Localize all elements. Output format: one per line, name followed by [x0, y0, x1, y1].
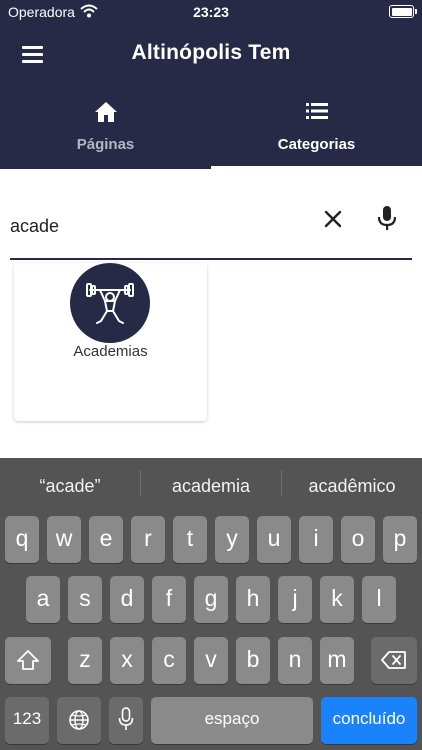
- key-y[interactable]: y: [215, 516, 249, 563]
- key-a[interactable]: a: [26, 576, 60, 623]
- tab-label: Categorias: [277, 136, 356, 153]
- globe-key[interactable]: [57, 697, 101, 744]
- microphone-icon: [118, 707, 134, 730]
- suggestion-bar: “acade” academia acadêmico: [0, 458, 422, 508]
- tab-categorias[interactable]: Categorias: [211, 94, 422, 169]
- home-icon: [94, 101, 118, 128]
- key-m[interactable]: m: [320, 637, 354, 684]
- search-input[interactable]: [10, 210, 300, 242]
- key-w[interactable]: w: [47, 516, 81, 563]
- status-bar: Operadora 23:23: [0, 0, 422, 24]
- key-u[interactable]: u: [257, 516, 291, 563]
- battery-icon: [389, 5, 414, 18]
- key-o[interactable]: o: [341, 516, 375, 563]
- weightlifting-icon: [86, 283, 134, 324]
- key-l[interactable]: l: [362, 576, 396, 623]
- category-label: Academias: [73, 343, 148, 360]
- battery-cap: [415, 9, 417, 14]
- backspace-key[interactable]: [371, 637, 417, 684]
- tab-indicator: [211, 166, 422, 169]
- key-j[interactable]: j: [278, 576, 312, 623]
- key-z[interactable]: z: [68, 637, 102, 684]
- key-x[interactable]: x: [110, 637, 144, 684]
- key-r[interactable]: r: [131, 516, 165, 563]
- key-e[interactable]: e: [89, 516, 123, 563]
- key-v[interactable]: v: [194, 637, 228, 684]
- done-key[interactable]: concluído: [321, 697, 417, 744]
- key-h[interactable]: h: [236, 576, 270, 623]
- dictation-key[interactable]: [109, 697, 143, 744]
- suggestion-item[interactable]: “acade”: [0, 458, 140, 508]
- key-c[interactable]: c: [152, 637, 186, 684]
- suggestion-item[interactable]: academia: [141, 458, 281, 508]
- globe-icon: [69, 710, 89, 730]
- key-f[interactable]: f: [152, 576, 186, 623]
- tab-label: Páginas: [76, 136, 135, 153]
- keyboard: “acade” academia acadêmico q w e r t y u…: [0, 458, 422, 750]
- key-d[interactable]: d: [110, 576, 144, 623]
- key-t[interactable]: t: [173, 516, 207, 563]
- backspace-icon: [381, 651, 406, 669]
- shift-icon: [17, 650, 39, 670]
- search-bar: [10, 196, 412, 260]
- key-s[interactable]: s: [68, 576, 102, 623]
- microphone-icon[interactable]: [374, 204, 400, 234]
- space-key[interactable]: espaço: [151, 697, 313, 744]
- app-title: Altinópolis Tem: [131, 41, 291, 64]
- key-k[interactable]: k: [320, 576, 354, 623]
- suggestion-item[interactable]: acadêmico: [282, 458, 422, 508]
- shift-key[interactable]: [5, 637, 51, 684]
- category-avatar: [70, 263, 150, 343]
- key-i[interactable]: i: [299, 516, 333, 563]
- key-q[interactable]: q: [5, 516, 39, 563]
- tab-paginas[interactable]: Páginas: [0, 94, 211, 169]
- app-bar: Altinópolis Tem Páginas Categorias: [0, 24, 422, 169]
- key-n[interactable]: n: [278, 637, 312, 684]
- close-icon[interactable]: [320, 206, 346, 232]
- key-g[interactable]: g: [194, 576, 228, 623]
- key-b[interactable]: b: [236, 637, 270, 684]
- status-time: 23:23: [193, 4, 229, 20]
- key-p[interactable]: p: [383, 516, 417, 563]
- list-icon: [305, 101, 329, 126]
- category-card[interactable]: Academias: [14, 263, 207, 421]
- numbers-key[interactable]: 123: [5, 697, 49, 744]
